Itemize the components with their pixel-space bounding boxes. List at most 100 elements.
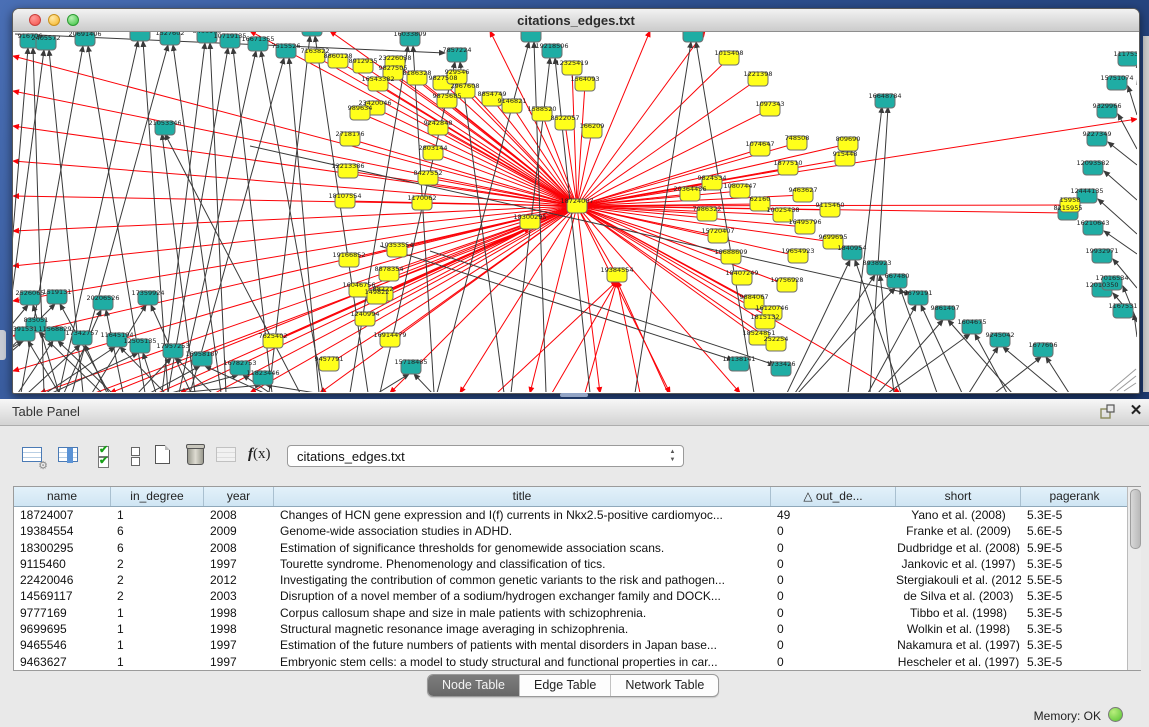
graph-node-label: 9457791 xyxy=(315,355,344,363)
graph-node-label: 20364436 xyxy=(673,185,706,193)
float-panel-icon[interactable] xyxy=(1100,404,1116,420)
graph-node-label: 2803144 xyxy=(419,144,448,152)
table-cell: 9777169 xyxy=(14,605,111,621)
graph-node-label: 9824534 xyxy=(698,174,727,182)
table-toolbar: ⚙ ✔ ✔ f(x) xyxy=(0,435,1149,475)
table-cell: 2012 xyxy=(204,572,274,588)
graph-node-10655287[interactable] xyxy=(130,32,150,41)
table-cell: 2009 xyxy=(204,523,274,539)
network-view-window[interactable]: citations_edges.txt 91670624055722069140… xyxy=(12,8,1140,394)
table-select-dropdown[interactable]: citations_edges.txt ▲▼ xyxy=(287,445,684,467)
column-header-pagerank[interactable]: pagerank xyxy=(1021,487,1129,506)
citation-network-graph[interactable]: 9167062405572206914061065528715276028466… xyxy=(13,32,1137,392)
graph-node-label: 16210643 xyxy=(1076,219,1109,227)
graph-node-label: 1519131 xyxy=(43,288,72,296)
graph-node-label: 12325419 xyxy=(555,59,588,67)
memory-status-indicator[interactable] xyxy=(1108,707,1123,722)
table-cell: Franke et al. (2009) xyxy=(896,523,1021,539)
table-cell: 2003 xyxy=(204,588,274,604)
select-columns-icon[interactable]: ✔ ✔ xyxy=(92,443,118,469)
table-row[interactable]: 1938455462009Genome-wide association stu… xyxy=(14,523,1140,539)
hide-columns-icon[interactable] xyxy=(122,443,148,469)
column-header-out_de[interactable]: △ out_de... xyxy=(771,487,896,506)
tab-node-table[interactable]: Node Table xyxy=(428,675,520,696)
table-cell: 5.3E-5 xyxy=(1021,654,1129,670)
panel-splitter-handle[interactable] xyxy=(560,393,588,397)
table-row[interactable]: 2242004622012Investigating the contribut… xyxy=(14,572,1140,588)
graph-node-label: 12213386 xyxy=(331,162,364,170)
close-panel-icon[interactable]: ✕ xyxy=(1128,402,1144,420)
graph-node-label: 18107554 xyxy=(328,192,361,200)
tab-network-table[interactable]: Network Table xyxy=(611,675,718,696)
table-row[interactable]: 946362711997Embryonic stem cells: a mode… xyxy=(14,654,1140,670)
graph-node-label: 9242848 xyxy=(424,119,453,127)
table-cell: Tourette syndrome. Phenomenology and cla… xyxy=(274,556,771,572)
table-cell: 1 xyxy=(111,654,204,670)
table-row[interactable]: 977716911998Corpus callosum shape and si… xyxy=(14,605,1140,621)
node-table[interactable]: namein_degreeyeartitle△ out_de...shortpa… xyxy=(13,486,1141,671)
tab-edge-table[interactable]: Edge Table xyxy=(520,675,611,696)
graph-node-label: 16648784 xyxy=(868,92,901,100)
table-row[interactable]: 969969511998Structural magnetic resonanc… xyxy=(14,621,1140,637)
table-cell: 0 xyxy=(771,621,896,637)
function-builder-icon[interactable]: f(x) xyxy=(248,445,274,471)
graph-node-label: 8912935 xyxy=(349,57,378,65)
table-cell: 2 xyxy=(111,556,204,572)
column-header-short[interactable]: short xyxy=(896,487,1021,506)
graph-node-label: 12505135 xyxy=(123,337,156,345)
table-cell: Corpus callosum shape and size in male p… xyxy=(274,605,771,621)
graph-node-label: 2405572 xyxy=(32,34,61,42)
table-row[interactable]: 911546021997Tourette syndrome. Phenomeno… xyxy=(14,556,1140,572)
table-cell: Stergiakouli et al. (2012) xyxy=(896,572,1021,588)
table-cell: 1998 xyxy=(204,605,274,621)
table-cell: 5.3E-5 xyxy=(1021,621,1129,637)
new-document-icon[interactable] xyxy=(150,443,176,469)
table-row[interactable]: 1872400712008Changes of HCN gene express… xyxy=(14,507,1140,523)
graph-node-label: 20206526 xyxy=(86,294,119,302)
network-canvas[interactable]: 9167062405572206914061065528715276028466… xyxy=(13,32,1137,392)
table-cell: Wolkin et al. (1998) xyxy=(896,621,1021,637)
graph-node-label: 7986322 xyxy=(693,205,722,213)
show-column-icon[interactable] xyxy=(56,443,82,469)
table-vertical-scrollbar[interactable] xyxy=(1127,487,1141,670)
network-window-titlebar[interactable]: citations_edges.txt xyxy=(13,9,1139,32)
table-cell: 1 xyxy=(111,507,204,523)
graph-node-937274[interactable] xyxy=(302,32,322,36)
table-row[interactable]: 946554611997Estimation of the future num… xyxy=(14,637,1140,653)
table-cell: Nakamura et al. (1997) xyxy=(896,637,1021,653)
graph-node-label: 20691406 xyxy=(68,32,101,38)
table-row[interactable]: 1830029562008Estimation of significance … xyxy=(14,540,1140,556)
graph-node-label: 19756928 xyxy=(770,276,803,284)
column-header-in_degree[interactable]: in_degree xyxy=(111,487,204,506)
table-cell: 5.5E-5 xyxy=(1021,572,1129,588)
table-cell: 22420046 xyxy=(14,572,111,588)
graph-node-label: 1677606 xyxy=(1029,341,1058,349)
graph-node-label: 1074647 xyxy=(746,140,775,148)
graph-node-label: 17016534 xyxy=(1095,274,1128,282)
column-header-year[interactable]: year xyxy=(204,487,274,506)
graph-node-label: 19166852 xyxy=(332,251,365,259)
table-cell: 0 xyxy=(771,605,896,621)
dropdown-stepper-icon[interactable]: ▲▼ xyxy=(667,448,678,464)
graph-node-label: 11823446 xyxy=(246,369,279,377)
graph-node-label: 7625402 xyxy=(259,332,288,340)
table-settings-icon[interactable]: ⚙ xyxy=(20,443,46,469)
graph-node-label: 8679191 xyxy=(904,289,933,297)
scrollbar-thumb[interactable] xyxy=(1130,489,1141,549)
column-header-name[interactable]: name xyxy=(14,487,111,506)
table-row[interactable]: 1456911722003Disruption of a novel membe… xyxy=(14,588,1140,604)
column-header-title[interactable]: title xyxy=(274,487,771,506)
table-cell: 9465546 xyxy=(14,637,111,653)
graph-node-label: 1840954 xyxy=(838,244,867,252)
graph-node-label: 8186328 xyxy=(403,69,432,77)
table-cell: 1998 xyxy=(204,621,274,637)
collapsed-panel-handle[interactable] xyxy=(0,330,6,360)
graph-node-label: 15720407 xyxy=(701,227,734,235)
graph-node-label: 18300295 xyxy=(513,213,546,221)
graph-node-label: 2718176 xyxy=(336,130,365,138)
graph-node-label: 1170062 xyxy=(408,194,437,202)
graph-node-label: 7515526 xyxy=(272,42,301,50)
graph-node-label: 19384554 xyxy=(600,266,633,274)
graph-node-label: 8878354 xyxy=(375,265,404,273)
delete-rows-icon[interactable] xyxy=(182,443,208,469)
